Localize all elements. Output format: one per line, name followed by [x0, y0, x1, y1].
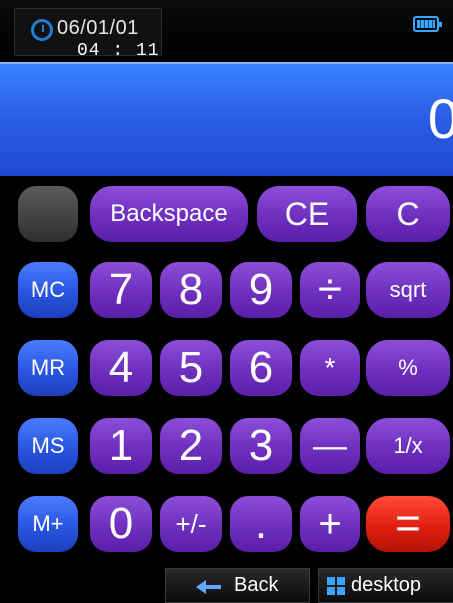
digit-6-button[interactable]: 6: [230, 340, 292, 396]
memory-add-button[interactable]: M+: [18, 496, 78, 552]
memory-clear-button[interactable]: MC: [18, 262, 78, 318]
status-bar: 06/01/01 04 : 11: [0, 0, 453, 62]
digit-5-button[interactable]: 5: [160, 340, 222, 396]
battery-icon: [413, 16, 442, 32]
decimal-button[interactable]: .: [230, 496, 292, 552]
clear-button[interactable]: C: [366, 186, 450, 242]
clear-entry-button[interactable]: CE: [257, 186, 357, 242]
divide-button[interactable]: ÷: [300, 262, 360, 318]
sqrt-button[interactable]: sqrt: [366, 262, 450, 318]
back-button[interactable]: Back: [165, 568, 310, 603]
desktop-button[interactable]: desktop: [318, 568, 453, 603]
datetime-panel: 06/01/01 04 : 11: [14, 8, 162, 61]
plus-button[interactable]: +: [300, 496, 360, 552]
blank-key[interactable]: [18, 186, 78, 242]
backspace-button[interactable]: Backspace: [90, 186, 248, 242]
plus-minus-button[interactable]: +/-: [160, 496, 222, 552]
digit-7-button[interactable]: 7: [90, 262, 152, 318]
back-label: Back: [234, 574, 279, 596]
digit-3-button[interactable]: 3: [230, 418, 292, 474]
time-text: 04 : 11: [77, 41, 160, 61]
multiply-button[interactable]: *: [300, 340, 360, 396]
keypad: Backspace CE C MC 7 8 9 ÷ sqrt MR 4 5 6 …: [0, 176, 453, 554]
display-value: 0: [427, 87, 453, 150]
digit-2-button[interactable]: 2: [160, 418, 222, 474]
equals-button[interactable]: =: [366, 496, 450, 552]
digit-0-button[interactable]: 0: [90, 496, 152, 552]
desktop-label: desktop: [351, 574, 422, 596]
digit-4-button[interactable]: 4: [90, 340, 152, 396]
date-text: 06/01/01: [57, 17, 139, 39]
percent-button[interactable]: %: [366, 340, 450, 396]
digit-8-button[interactable]: 8: [160, 262, 222, 318]
clock-icon: [31, 19, 53, 41]
digit-9-button[interactable]: 9: [230, 262, 292, 318]
calculator-display: 0: [0, 62, 453, 176]
bottom-bar: Back desktop: [0, 566, 453, 603]
reciprocal-button[interactable]: 1/x: [366, 418, 450, 474]
memory-store-button[interactable]: MS: [18, 418, 78, 474]
memory-recall-button[interactable]: MR: [18, 340, 78, 396]
back-arrow-icon: [196, 577, 226, 595]
desktop-grid-icon: [327, 576, 345, 595]
digit-1-button[interactable]: 1: [90, 418, 152, 474]
minus-button[interactable]: —: [300, 418, 360, 474]
